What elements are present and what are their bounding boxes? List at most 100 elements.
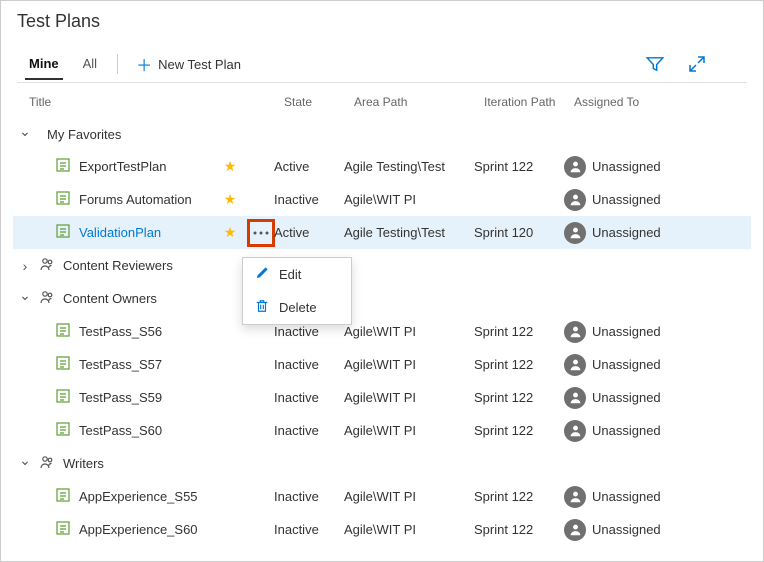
test-plan-icon xyxy=(55,520,71,539)
test-plan-icon xyxy=(55,157,71,176)
test-plan-row[interactable]: TestPass_S59InactiveAgile\WIT PISprint 1… xyxy=(13,381,751,414)
avatar-icon xyxy=(564,222,586,244)
avatar-icon xyxy=(564,354,586,376)
test-plan-row[interactable]: AppExperience_S60 InactiveAgile\WIT PISpr… xyxy=(13,513,751,546)
test-plan-row[interactable]: ValidationPlan★ActiveAgile Testing\TestS… xyxy=(13,216,751,249)
test-plan-title[interactable]: TestPass_S57 xyxy=(79,357,212,372)
test-plan-title[interactable]: ValidationPlan xyxy=(79,225,212,240)
chevron-icon[interactable]: ⌄ xyxy=(19,123,31,140)
state-cell: Active xyxy=(274,159,344,174)
group-row[interactable]: ⌄Content Owners xyxy=(13,282,751,315)
test-plan-row[interactable]: TestPass_S56 InactiveAgile\WIT PISprint 1… xyxy=(13,315,751,348)
test-plan-icon xyxy=(55,421,71,440)
assigned-label: Unassigned xyxy=(592,225,661,240)
assigned-cell: Unassigned xyxy=(564,321,745,343)
more-actions-button[interactable] xyxy=(250,222,272,244)
assigned-label: Unassigned xyxy=(592,489,661,504)
table-body: ⌄My FavoritesExportTestPlan★ActiveAgile … xyxy=(13,119,751,546)
group-row[interactable]: ›Content Reviewers xyxy=(13,249,751,282)
table-header: Title State Area Path Iteration Path Ass… xyxy=(13,83,751,119)
assigned-label: Unassigned xyxy=(592,324,661,339)
test-plan-title[interactable]: ExportTestPlan xyxy=(79,159,212,174)
test-plan-row[interactable]: AppExperience_S55 InactiveAgile\WIT PISpr… xyxy=(13,480,751,513)
assigned-cell: Unassigned xyxy=(564,387,745,409)
avatar-icon xyxy=(564,519,586,541)
column-area[interactable]: Area Path xyxy=(354,95,484,109)
assigned-cell: Unassigned xyxy=(564,486,745,508)
column-state[interactable]: State xyxy=(284,95,354,109)
iteration-cell: Sprint 122 xyxy=(474,357,564,372)
test-plan-icon xyxy=(55,355,71,374)
test-plan-row[interactable]: Forums Automation★InactiveAgile\WIT PIUn… xyxy=(13,183,751,216)
state-cell: Active xyxy=(274,225,344,240)
assigned-label: Unassigned xyxy=(592,522,661,537)
column-assigned[interactable]: Assigned To xyxy=(574,95,735,109)
test-plan-row[interactable]: ExportTestPlan★ActiveAgile Testing\TestS… xyxy=(13,150,751,183)
test-plan-icon xyxy=(55,388,71,407)
area-cell: Agile\WIT PI xyxy=(344,324,474,339)
iteration-cell: Sprint 122 xyxy=(474,324,564,339)
assigned-label: Unassigned xyxy=(592,423,661,438)
assigned-cell: Unassigned xyxy=(564,519,745,541)
iteration-cell: Sprint 122 xyxy=(474,159,564,174)
group-name: My Favorites xyxy=(47,127,121,142)
state-cell: Inactive xyxy=(274,522,344,537)
state-cell: Inactive xyxy=(274,423,344,438)
column-title[interactable]: Title xyxy=(29,95,284,109)
state-cell: Inactive xyxy=(274,390,344,405)
avatar-icon xyxy=(564,486,586,508)
test-plan-title[interactable]: TestPass_S60 xyxy=(79,423,212,438)
iteration-cell: Sprint 122 xyxy=(474,522,564,537)
assigned-cell: Unassigned xyxy=(564,354,745,376)
people-icon xyxy=(39,256,55,275)
assigned-cell: Unassigned xyxy=(564,420,745,442)
test-plan-title[interactable]: TestPass_S59 xyxy=(79,390,212,405)
avatar-icon xyxy=(564,156,586,178)
assigned-label: Unassigned xyxy=(592,192,661,207)
test-plan-title[interactable]: AppExperience_S55 xyxy=(79,489,212,504)
pencil-icon xyxy=(255,266,269,283)
context-menu-edit[interactable]: Edit xyxy=(243,258,351,291)
star-icon[interactable]: ★ xyxy=(220,158,240,175)
test-plan-icon xyxy=(55,322,71,341)
test-plan-title[interactable]: Forums Automation xyxy=(79,192,212,207)
area-cell: Agile\WIT PI xyxy=(344,489,474,504)
chevron-icon[interactable]: › xyxy=(19,258,31,274)
chevron-icon[interactable]: ⌄ xyxy=(19,287,31,304)
test-plan-icon xyxy=(55,190,71,209)
star-icon[interactable]: ★ xyxy=(220,191,240,208)
state-cell: Inactive xyxy=(274,324,344,339)
star-icon[interactable]: ★ xyxy=(220,224,240,241)
group-row[interactable]: ⌄Writers xyxy=(13,447,751,480)
expand-icon[interactable] xyxy=(687,54,707,74)
area-cell: Agile\WIT PI xyxy=(344,522,474,537)
column-iteration[interactable]: Iteration Path xyxy=(484,95,574,109)
area-cell: Agile\WIT PI xyxy=(344,390,474,405)
assigned-cell: Unassigned xyxy=(564,189,745,211)
avatar-icon xyxy=(564,321,586,343)
state-cell: Inactive xyxy=(274,357,344,372)
state-cell: Inactive xyxy=(274,192,344,207)
test-plan-title[interactable]: AppExperience_S60 xyxy=(79,522,212,537)
chevron-icon[interactable]: ⌄ xyxy=(19,452,31,469)
iteration-cell: Sprint 122 xyxy=(474,489,564,504)
iteration-cell: Sprint 122 xyxy=(474,423,564,438)
group-row[interactable]: ⌄ My Favorites xyxy=(13,119,751,150)
assigned-cell: Unassigned xyxy=(564,156,745,178)
assigned-label: Unassigned xyxy=(592,357,661,372)
state-cell: Inactive xyxy=(274,489,344,504)
context-menu-delete-label: Delete xyxy=(279,300,317,315)
test-plan-title[interactable]: TestPass_S56 xyxy=(79,324,212,339)
context-menu-delete[interactable]: Delete xyxy=(243,291,351,324)
tab-mine[interactable]: Mine xyxy=(17,50,71,79)
new-test-plan-button[interactable]: ＋ New Test Plan xyxy=(126,46,251,82)
avatar-icon xyxy=(564,189,586,211)
test-plan-row[interactable]: TestPass_S57 InactiveAgile\WIT PISprint 1… xyxy=(13,348,751,381)
filter-icon[interactable] xyxy=(645,54,665,74)
area-cell: Agile\WIT PI xyxy=(344,357,474,372)
test-plan-row[interactable]: TestPass_S60 InactiveAgile\WIT PISprint 1… xyxy=(13,414,751,447)
assigned-label: Unassigned xyxy=(592,159,661,174)
area-cell: Agile\WIT PI xyxy=(344,423,474,438)
tabs-bar: Mine All ＋ New Test Plan xyxy=(17,46,747,83)
tab-all[interactable]: All xyxy=(71,50,109,79)
